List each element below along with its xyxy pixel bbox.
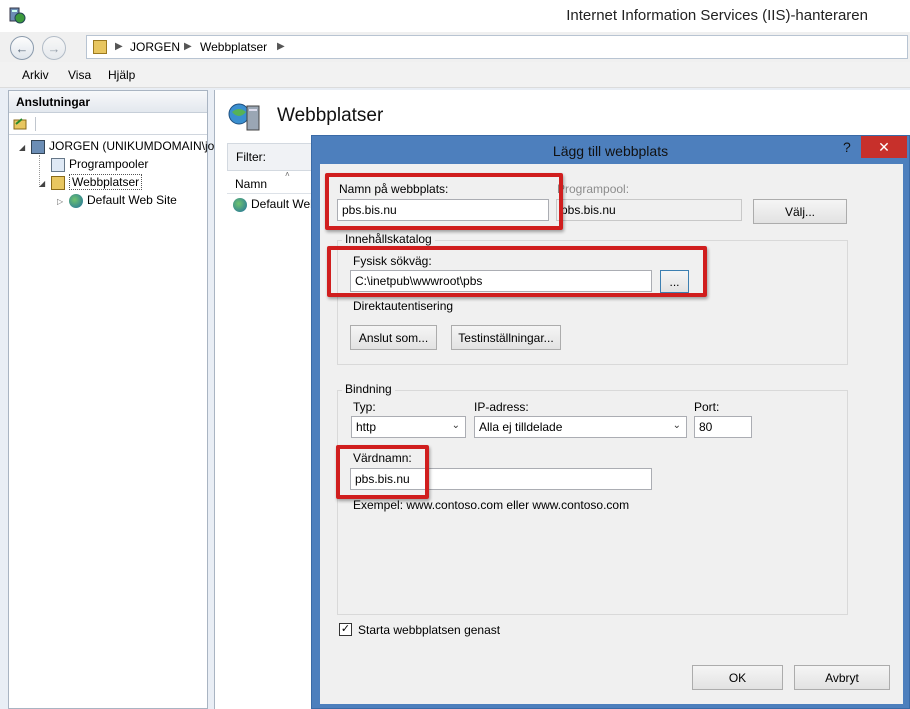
highlight-site-name [325,173,563,230]
window-titlebar: Internet Information Services (IIS)-hant… [0,0,910,32]
tree-item-default-site-label: Default Web Site [87,193,177,207]
port-input[interactable]: 80 [694,416,752,438]
connect-as-button[interactable]: Anslut som... [350,325,437,350]
passthrough-auth-label: Direktautentisering [353,299,454,313]
menu-bar: Arkiv Visa Hjälp [0,62,910,88]
ip-address-select-value: Alla ej tilldelade [479,420,563,434]
filter-label: Filter: [236,150,266,164]
forward-button[interactable]: → [42,36,66,60]
ip-address-select[interactable]: Alla ej tilldelade ⌄ [474,416,687,438]
tree-item-server-label: JORGEN (UNIKUMDOMAIN\jo [49,139,215,153]
globe-icon [69,193,83,208]
page-title: Webbplatser [277,105,384,126]
address-field[interactable]: ▶ JORGEN ▶ Webbplatser ▶ [86,35,908,59]
binding-title: Bindning [342,382,395,396]
column-header-namn[interactable]: Namn [235,177,267,191]
tree-item-sites-label: Webbplatser [69,174,143,190]
sites-globe-icon [228,103,260,131]
sites-folder-icon [51,175,65,190]
toolbar-divider [35,117,36,131]
app-pool-field: pbs.bis.nu [556,199,742,221]
select-app-pool-button[interactable]: Välj... [753,199,847,224]
port-label: Port: [694,400,720,414]
expand-jorgen-icon[interactable]: ◢ [19,143,25,152]
connections-pane: Anslutningar ◢ JORGEN (UNIKUMDOMAIN\jo P… [8,90,214,709]
expand-sites-icon[interactable]: ◢ [39,179,45,188]
server-folder-icon [93,40,107,54]
window-title: Internet Information Services (IIS)-hant… [566,7,868,24]
back-button[interactable]: ← [10,36,34,60]
list-item-label: Default Web [251,197,317,211]
tree-item-sites[interactable]: Webbplatser [51,174,143,190]
menu-hjalp[interactable]: Hjälp [108,68,135,82]
type-label: Typ: [353,400,376,414]
breadcrumb-webbplatser[interactable]: Webbplatser [200,40,267,54]
dialog-body: Namn på webbplats: pbs.bis.nu Programpoo… [320,164,903,704]
breadcrumb-separator-icon: ▶ [277,41,285,52]
ok-button[interactable]: OK [692,665,783,690]
content-directory-title: Innehållskatalog [342,232,435,246]
dialog-title: Lägg till webbplats [552,143,669,159]
highlight-physical-path [327,246,707,297]
close-icon: ✕ [878,138,890,155]
cancel-button[interactable]: Avbryt [794,665,890,690]
tree-item-app-pools-label: Programpooler [69,157,149,171]
start-site-checkbox[interactable]: ✓ [339,623,352,636]
app-pool-icon [51,157,65,172]
chevron-down-icon: ⌄ [451,420,460,431]
close-button[interactable]: ✕ [861,136,907,158]
create-connection-icon[interactable] [13,117,27,131]
menu-arkiv[interactable]: Arkiv [22,68,49,82]
test-settings-button[interactable]: Testinställningar... [451,325,561,350]
sort-ascending-icon: ˄ [285,170,290,179]
forward-arrow-icon: → [47,40,61,56]
server-icon [31,139,45,154]
app-pool-label: Programpool: [557,182,630,196]
tree-item-app-pools[interactable]: Programpooler [51,157,148,172]
highlight-host-name [336,445,429,499]
list-item[interactable]: Default Web [233,197,317,212]
host-name-example: Exempel: www.contoso.com eller www.conto… [353,498,630,512]
breadcrumb-separator-icon: ▶ [184,41,192,52]
back-arrow-icon: ← [15,40,29,56]
expand-default-site-icon[interactable]: ▷ [57,197,63,206]
globe-icon [233,197,247,212]
ip-address-label: IP-adress: [474,400,529,414]
connections-header: Anslutningar [9,91,207,113]
chevron-down-icon: ⌄ [672,420,681,431]
start-site-label: Starta webbplatsen genast [358,623,501,637]
help-icon[interactable]: ? [843,139,851,155]
iis-app-icon [9,7,26,24]
type-select-value: http [356,420,377,434]
menu-visa[interactable]: Visa [68,68,91,82]
breadcrumb-separator-icon: ▶ [115,41,123,52]
breadcrumb-jorgen[interactable]: JORGEN [130,40,180,54]
dialog-titlebar: Lägg till webbplats ? ✕ [312,136,909,164]
address-bar: ← → ▶ JORGEN ▶ Webbplatser ▶ [0,32,910,62]
checkmark-icon: ✓ [340,623,351,635]
type-select[interactable]: http ⌄ [351,416,466,438]
tree-item-default-site[interactable]: Default Web Site [69,193,177,208]
tree-item-server[interactable]: JORGEN (UNIKUMDOMAIN\jo [31,139,214,154]
connections-toolbar [9,113,207,135]
